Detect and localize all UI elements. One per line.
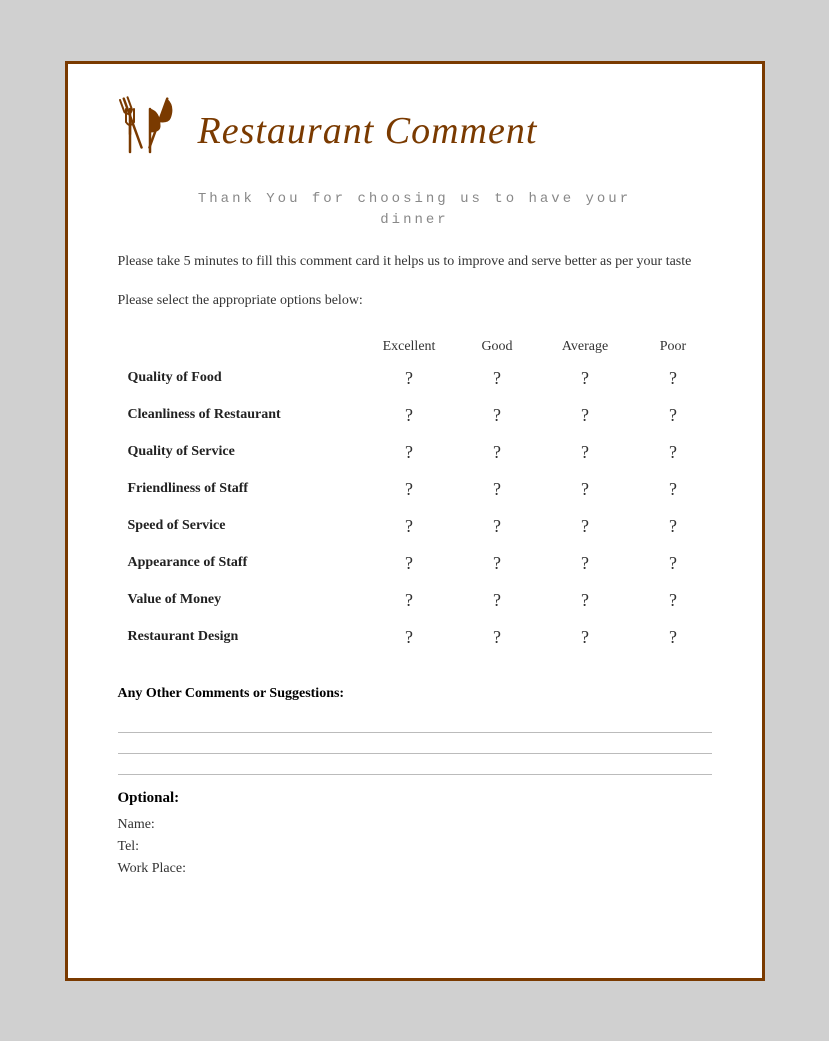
page-title: Restaurant Comment <box>198 109 538 153</box>
cutlery-icon <box>118 94 173 159</box>
option-average[interactable]: ? <box>536 397 635 434</box>
option-average[interactable]: ? <box>536 434 635 471</box>
option-excellent[interactable]: ? <box>360 545 459 582</box>
table-row: Appearance of Staff???? <box>118 545 712 582</box>
row-category: Friendliness of Staff <box>118 471 360 508</box>
table-row: Quality of Food???? <box>118 360 712 397</box>
comment-line-2 <box>118 753 712 754</box>
table-row: Value of Money???? <box>118 582 712 619</box>
option-good[interactable]: ? <box>459 360 536 397</box>
name-field: Name: <box>118 817 712 833</box>
option-poor[interactable]: ? <box>635 471 712 508</box>
option-excellent[interactable]: ? <box>360 434 459 471</box>
option-average[interactable]: ? <box>536 471 635 508</box>
option-poor[interactable]: ? <box>635 619 712 656</box>
table-row: Cleanliness of Restaurant???? <box>118 397 712 434</box>
description-text: Please take 5 minutes to fill this comme… <box>118 251 712 273</box>
row-category: Value of Money <box>118 582 360 619</box>
thank-you-message: Thank You for choosing us to have your d… <box>118 189 712 231</box>
option-average[interactable]: ? <box>536 360 635 397</box>
row-category: Speed of Service <box>118 508 360 545</box>
restaurant-comment-card: Restaurant Comment Thank You for choosin… <box>65 61 765 981</box>
table-row: Restaurant Design???? <box>118 619 712 656</box>
table-row: Quality of Service???? <box>118 434 712 471</box>
option-excellent[interactable]: ? <box>360 360 459 397</box>
option-poor[interactable]: ? <box>635 434 712 471</box>
col-header-good: Good <box>459 334 536 360</box>
option-average[interactable]: ? <box>536 508 635 545</box>
option-excellent[interactable]: ? <box>360 582 459 619</box>
col-header-poor: Poor <box>635 334 712 360</box>
option-average[interactable]: ? <box>536 619 635 656</box>
option-good[interactable]: ? <box>459 545 536 582</box>
option-poor[interactable]: ? <box>635 397 712 434</box>
comments-label: Any Other Comments or Suggestions: <box>118 686 712 702</box>
option-good[interactable]: ? <box>459 508 536 545</box>
instruction-text: Please select the appropriate options be… <box>118 293 712 309</box>
option-excellent[interactable]: ? <box>360 619 459 656</box>
option-poor[interactable]: ? <box>635 360 712 397</box>
option-good[interactable]: ? <box>459 471 536 508</box>
table-row: Speed of Service???? <box>118 508 712 545</box>
row-category: Quality of Service <box>118 434 360 471</box>
table-row: Friendliness of Staff???? <box>118 471 712 508</box>
option-good[interactable]: ? <box>459 434 536 471</box>
table-header-row: Excellent Good Average Poor <box>118 334 712 360</box>
card-header: Restaurant Comment <box>118 104 712 159</box>
rating-table: Excellent Good Average Poor Quality of F… <box>118 334 712 656</box>
row-category: Quality of Food <box>118 360 360 397</box>
comment-line-1 <box>118 732 712 733</box>
row-category: Appearance of Staff <box>118 545 360 582</box>
row-category: Cleanliness of Restaurant <box>118 397 360 434</box>
col-header-average: Average <box>536 334 635 360</box>
option-average[interactable]: ? <box>536 582 635 619</box>
option-excellent[interactable]: ? <box>360 508 459 545</box>
tel-field: Tel: <box>118 839 712 855</box>
option-good[interactable]: ? <box>459 582 536 619</box>
option-excellent[interactable]: ? <box>360 471 459 508</box>
option-good[interactable]: ? <box>459 397 536 434</box>
row-category: Restaurant Design <box>118 619 360 656</box>
option-poor[interactable]: ? <box>635 582 712 619</box>
optional-section: Optional: Name: Tel: Work Place: <box>118 774 712 877</box>
option-excellent[interactable]: ? <box>360 397 459 434</box>
option-good[interactable]: ? <box>459 619 536 656</box>
comments-section: Any Other Comments or Suggestions: <box>118 686 712 754</box>
optional-title: Optional: <box>118 790 712 807</box>
workplace-field: Work Place: <box>118 861 712 877</box>
option-average[interactable]: ? <box>536 545 635 582</box>
option-poor[interactable]: ? <box>635 508 712 545</box>
option-poor[interactable]: ? <box>635 545 712 582</box>
col-header-excellent: Excellent <box>360 334 459 360</box>
